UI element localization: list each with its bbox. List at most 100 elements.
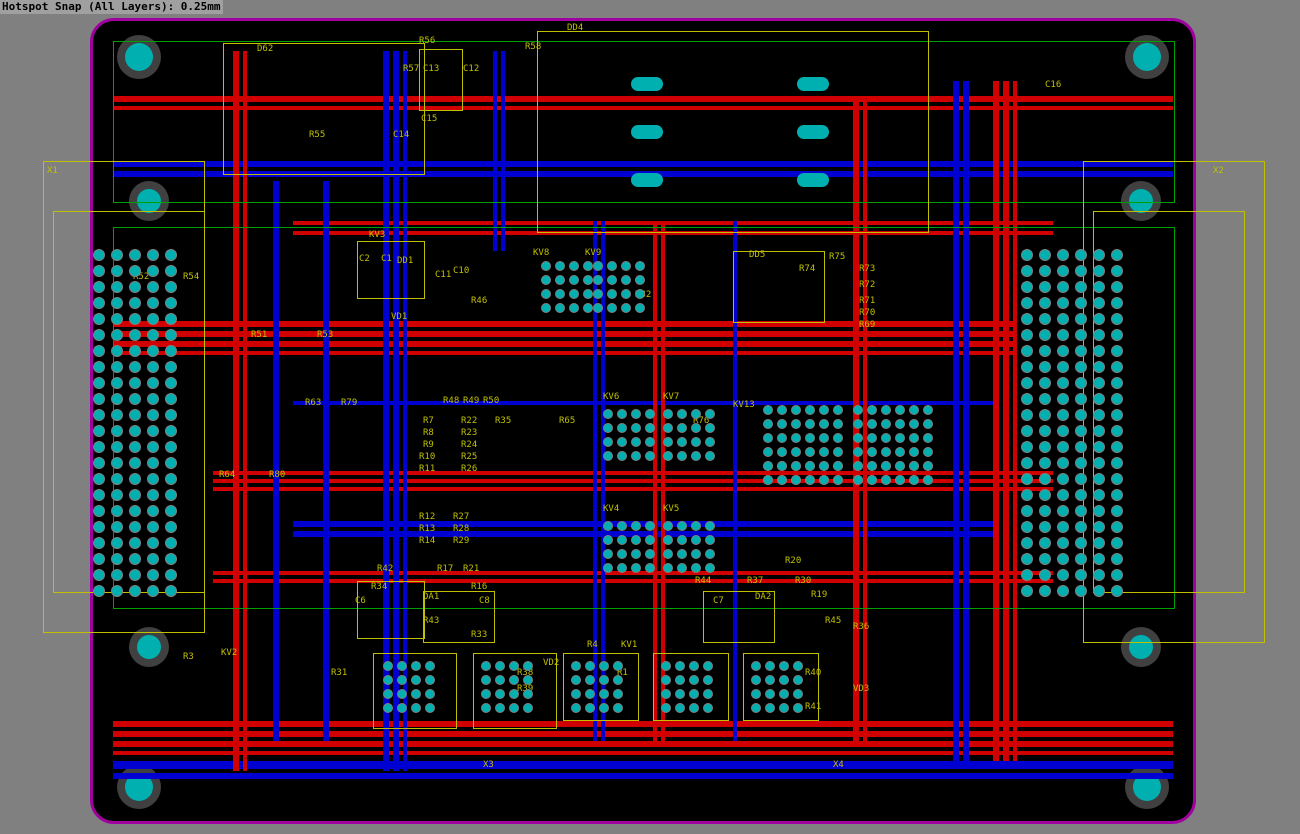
pad [1039, 329, 1051, 341]
pad [425, 661, 435, 671]
pad [1075, 313, 1087, 325]
pad [1111, 361, 1123, 373]
pad [779, 689, 789, 699]
designator: C1 [381, 255, 392, 264]
pad [867, 461, 877, 471]
pad [1111, 377, 1123, 389]
pad [147, 409, 159, 421]
pad [147, 313, 159, 325]
pad [1039, 265, 1051, 277]
pad [111, 521, 123, 533]
pad [1021, 505, 1033, 517]
pad [923, 433, 933, 443]
pad [1075, 281, 1087, 293]
pad [569, 289, 579, 299]
pad [569, 261, 579, 271]
pad [93, 521, 105, 533]
pad [805, 433, 815, 443]
pad [705, 521, 715, 531]
pad [603, 423, 613, 433]
designator: R27 [453, 513, 469, 522]
pad [1093, 441, 1105, 453]
pad [1057, 297, 1069, 309]
pad [1039, 521, 1051, 533]
designator: R30 [795, 577, 811, 586]
pad [93, 505, 105, 517]
pad [705, 409, 715, 419]
pad [675, 675, 685, 685]
pad [411, 675, 421, 685]
pad [129, 393, 141, 405]
component-outline [357, 581, 425, 639]
designator: R72 [859, 281, 875, 290]
pad [165, 297, 177, 309]
pad [593, 261, 603, 271]
pad [1075, 425, 1087, 437]
designator: DD4 [567, 24, 583, 33]
pad [607, 275, 617, 285]
pad [1057, 377, 1069, 389]
pad [763, 475, 773, 485]
pad [1039, 489, 1051, 501]
pad [571, 661, 581, 671]
pad [1057, 329, 1069, 341]
pad [1075, 489, 1087, 501]
pad [93, 329, 105, 341]
pad [1093, 521, 1105, 533]
designator: VD3 [853, 685, 869, 694]
pad [523, 675, 533, 685]
pad [777, 419, 787, 429]
pad [541, 275, 551, 285]
pad [1111, 585, 1123, 597]
designator: KV2 [221, 649, 237, 658]
designator: R42 [377, 565, 393, 574]
pad [1021, 313, 1033, 325]
pad [663, 563, 673, 573]
pad [617, 549, 627, 559]
pad [571, 703, 581, 713]
pad [833, 419, 843, 429]
pad [383, 675, 393, 685]
pad [677, 521, 687, 531]
designator: R65 [559, 417, 575, 426]
designator: R54 [183, 273, 199, 282]
pad [635, 303, 645, 313]
pad [689, 689, 699, 699]
pad [1021, 393, 1033, 405]
pad [129, 489, 141, 501]
designator: R73 [859, 265, 875, 274]
pad [147, 441, 159, 453]
pad [93, 489, 105, 501]
pad [481, 661, 491, 671]
designator: R29 [453, 537, 469, 546]
pad [621, 303, 631, 313]
pad [793, 675, 803, 685]
pad [1039, 473, 1051, 485]
pcb-board[interactable]: placeholder DD4 R56 R58 D62 R57 C13 C12 … [90, 18, 1196, 824]
designator: DD5 [749, 251, 765, 260]
pad [1111, 521, 1123, 533]
pad [1021, 441, 1033, 453]
component-outline [419, 49, 463, 111]
pad [645, 423, 655, 433]
designator: R50 [483, 397, 499, 406]
pad [147, 473, 159, 485]
pad [397, 661, 407, 671]
net-outline [113, 227, 1175, 609]
pad [93, 537, 105, 549]
designator: R20 [785, 557, 801, 566]
pad [129, 585, 141, 597]
designator: R3 [183, 653, 194, 662]
pad [705, 549, 715, 559]
pad [1075, 585, 1087, 597]
pad [583, 289, 593, 299]
pad [777, 405, 787, 415]
designator: KV9 [585, 249, 601, 258]
pad [129, 377, 141, 389]
pad [93, 441, 105, 453]
pad [645, 437, 655, 447]
pad [1075, 521, 1087, 533]
pad [1039, 249, 1051, 261]
pad [93, 345, 105, 357]
pad [165, 281, 177, 293]
